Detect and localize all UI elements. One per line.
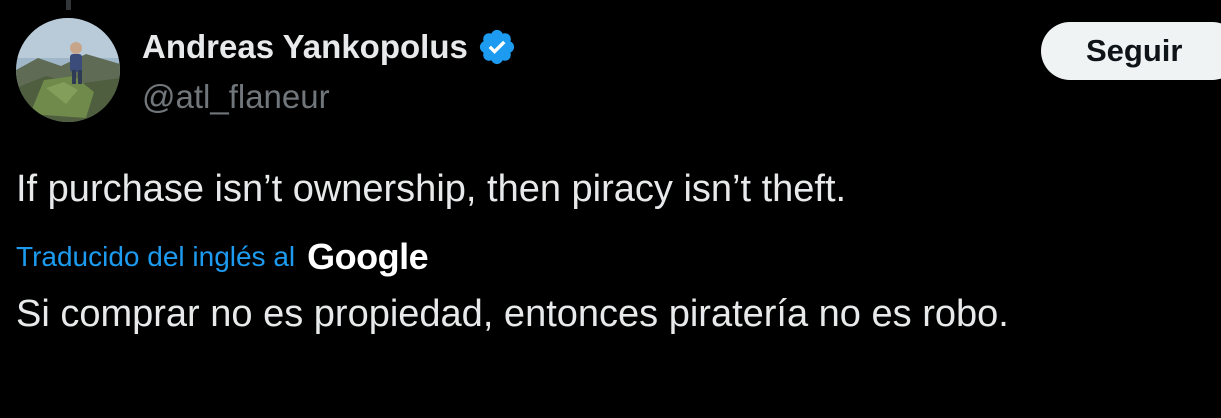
translation-attribution: Traducido del inglés al Google (16, 234, 429, 280)
display-name[interactable]: Andreas Yankopolus (142, 28, 468, 66)
avatar[interactable] (16, 18, 120, 122)
verified-badge-icon[interactable] (477, 27, 517, 67)
google-logo: Google (307, 236, 429, 277)
avatar-image (16, 18, 120, 122)
user-handle[interactable]: @atl_flaneur (142, 78, 330, 116)
translated-from-link[interactable]: Traducido del inglés al (16, 241, 295, 273)
tweet-text: If purchase isn’t ownership, then piracy… (16, 168, 847, 210)
user-name-row: Andreas Yankopolus (142, 24, 517, 70)
follow-button[interactable]: Seguir (1041, 22, 1221, 80)
translated-tweet-text: Si comprar no es propiedad, entonces pir… (16, 293, 1009, 335)
thread-connector-line (66, 0, 71, 10)
